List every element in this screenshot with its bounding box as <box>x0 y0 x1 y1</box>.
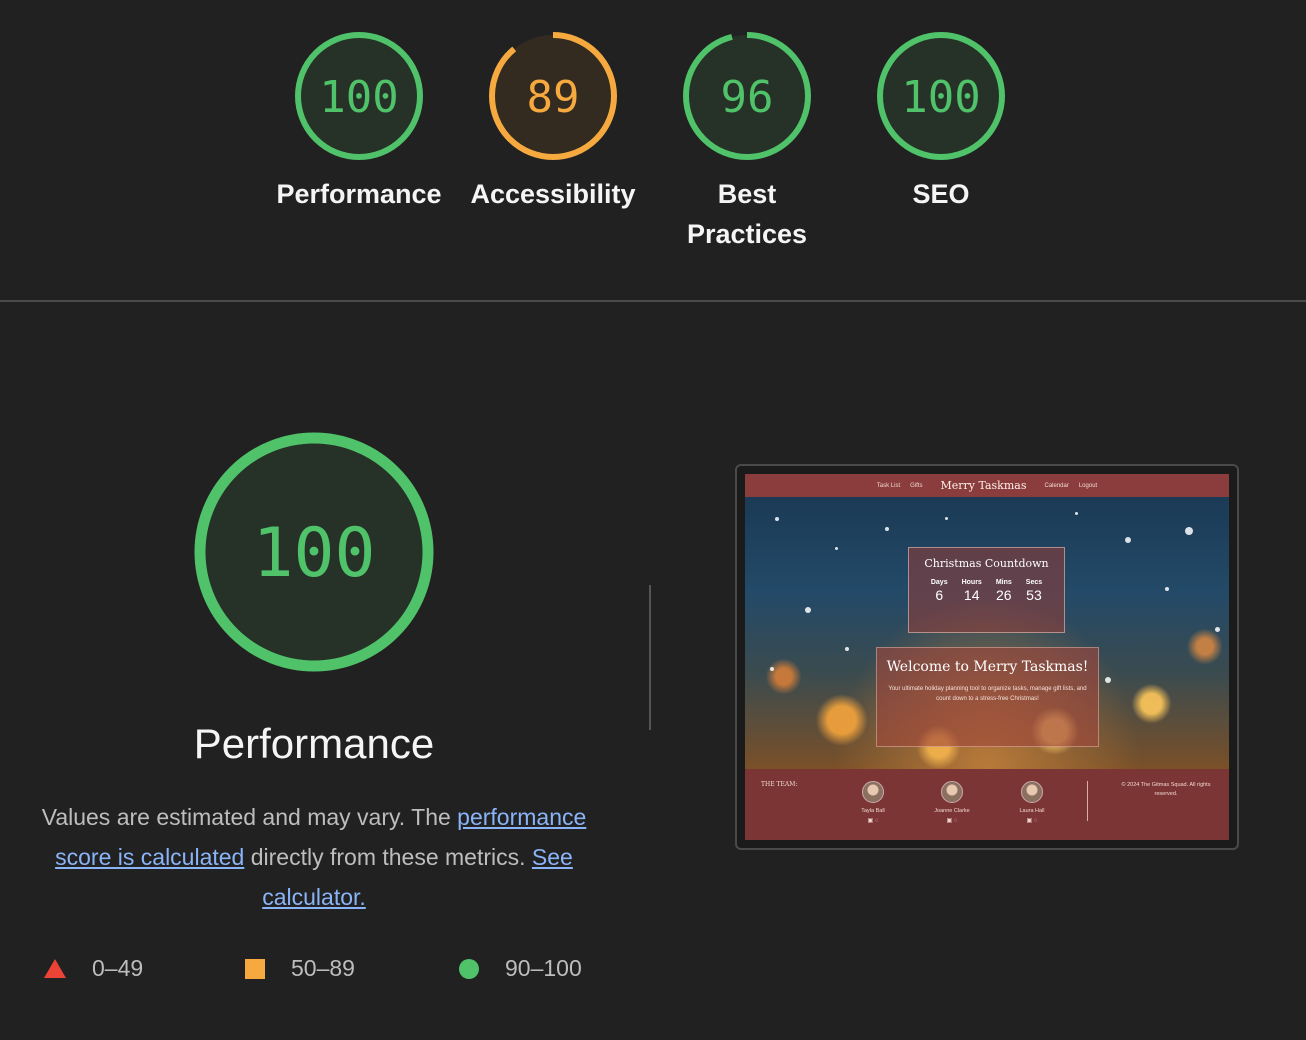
final-screenshot-frame[interactable]: Task List Gifts Merry Taskmas Calendar L… <box>735 464 1239 850</box>
screenshot-nav: Task List Gifts Merry Taskmas Calendar L… <box>745 474 1229 497</box>
triangle-icon <box>44 959 66 978</box>
nav-brand: Merry Taskmas <box>940 479 1027 492</box>
performance-main-gauge: 100 <box>192 430 436 674</box>
gauge-ring: 89 <box>489 32 617 160</box>
avatar <box>941 781 963 803</box>
footer-divider <box>1087 781 1088 821</box>
main-score: 100 <box>253 514 376 593</box>
gauge-label: Performance <box>276 179 442 209</box>
nav-logout: Logout <box>1078 482 1098 489</box>
legend-range: 50–89 <box>291 955 355 981</box>
legend-fail: 0–49 <box>44 955 143 982</box>
screenshot-footer: THE TEAM: Tayla Ball ▣ ◌ Joanne Clarke ▣… <box>745 769 1229 840</box>
square-icon <box>245 958 265 979</box>
countdown-hours: Hours 14 <box>961 579 982 603</box>
hero-image: Christmas Countdown Days 6 Hours 14 Mins 26… <box>745 497 1229 769</box>
team-member: Joanne Clarke ▣ ◌ <box>922 781 982 824</box>
circle-icon <box>459 958 479 979</box>
gauge-ring: 100 <box>295 32 423 160</box>
vertical-divider <box>649 585 651 730</box>
team-label: THE TEAM: <box>761 781 798 788</box>
desc-text: directly from these metrics. <box>244 844 532 870</box>
team-member: Tayla Ball ▣ ◌ <box>843 781 903 824</box>
category-gauges: 100 Performance 89 Accessibility 96 Best… <box>0 30 1306 270</box>
nav-calendar: Calendar <box>1044 482 1069 489</box>
social-icons: ▣ ◌ <box>946 818 958 824</box>
avatar <box>862 781 884 803</box>
countdown-title: Christmas Countdown <box>924 557 1049 570</box>
social-icons: ▣ ◌ <box>867 818 879 824</box>
performance-title: Performance <box>193 720 435 767</box>
gauge-accessibility[interactable]: 89 Accessibility <box>463 30 643 214</box>
countdown-box: Christmas Countdown Days 6 Hours 14 Mins 26… <box>908 547 1065 633</box>
page-screenshot: Task List Gifts Merry Taskmas Calendar L… <box>745 474 1229 840</box>
team-member: Laura Hall ▣ ◌ <box>1002 781 1062 824</box>
countdown-mins: Mins 26 <box>995 579 1012 603</box>
gauge-score: 100 <box>901 72 980 123</box>
legend-range: 90–100 <box>505 955 582 981</box>
gauge-label: Best Practices <box>686 179 808 249</box>
gauge-ring: 100 <box>877 32 1005 160</box>
gauge-label: SEO <box>912 179 970 209</box>
legend-range: 0–49 <box>92 955 144 981</box>
desc-text: Values are estimated and may vary. The <box>41 804 458 830</box>
avatar <box>1021 781 1043 803</box>
countdown-days: Days 6 <box>930 579 948 603</box>
gauge-score: 96 <box>721 72 774 123</box>
nav-gifts: Gifts <box>910 482 923 489</box>
social-icons: ▣ ◌ <box>1026 818 1038 824</box>
gauge-best-practices[interactable]: 96 Best Practices <box>657 30 837 254</box>
welcome-box: Welcome to Merry Taskmas! Your ultimate … <box>876 647 1099 747</box>
score-legend: 0–49 50–89 90–100 <box>0 955 700 985</box>
gauge-seo[interactable]: 100 SEO <box>851 30 1031 214</box>
section-divider <box>0 300 1306 302</box>
legend-average: 50–89 <box>245 955 355 982</box>
legend-pass: 90–100 <box>459 955 582 982</box>
countdown-secs: Secs 53 <box>1025 579 1043 603</box>
gauge-performance[interactable]: 100 Performance <box>269 30 449 214</box>
gauge-label: Accessibility <box>470 179 636 209</box>
nav-task-list: Task List <box>876 482 901 489</box>
gauge-score: 100 <box>319 72 398 123</box>
welcome-title: Welcome to Merry Taskmas! <box>886 659 1089 675</box>
gauge-score: 89 <box>527 72 580 123</box>
gauge-ring: 96 <box>683 32 811 160</box>
welcome-desc: Your ultimate holiday planning tool to o… <box>888 686 1087 702</box>
performance-description: Values are estimated and may vary. The p… <box>24 797 604 917</box>
copyright: © 2024 The Gitmas Squad. All rights rese… <box>1121 782 1211 797</box>
